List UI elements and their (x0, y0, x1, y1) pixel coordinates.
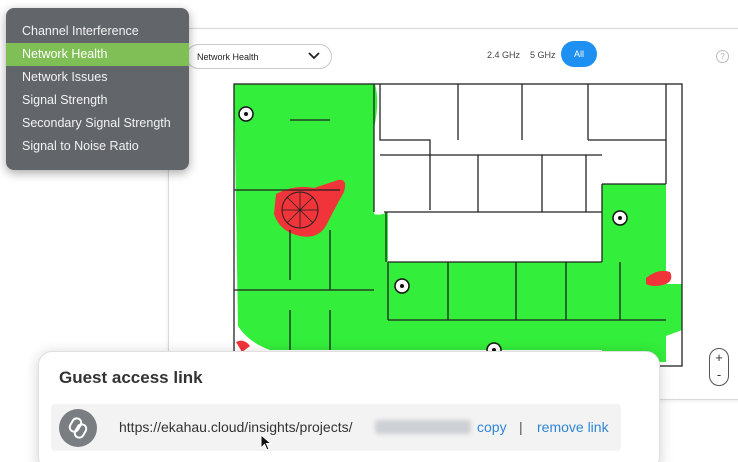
access-point-icon[interactable] (612, 210, 628, 226)
remove-link[interactable]: remove link (537, 419, 609, 435)
copy-link[interactable]: copy (477, 419, 507, 435)
frequency-2-4ghz[interactable]: 2.4 GHz (487, 50, 520, 60)
guest-link-url[interactable]: https://ekahau.cloud/insights/projects/ (119, 419, 352, 435)
frequency-all[interactable]: All (561, 41, 597, 67)
menu-item-network-health[interactable]: Network Health (6, 43, 189, 66)
zoom-out-button[interactable]: - (710, 366, 728, 384)
menu-item-signal-strength[interactable]: Signal Strength (6, 89, 189, 112)
guest-access-card: Guest access link https://ekahau.cloud/i… (38, 351, 660, 462)
redacted-project-id (375, 420, 471, 434)
chevron-down-icon (308, 52, 320, 60)
view-select-label: Network Health (197, 52, 259, 62)
menu-item-signal-to-noise-ratio[interactable]: Signal to Noise Ratio (6, 135, 189, 158)
access-point-icon[interactable] (238, 106, 254, 122)
frequency-5ghz[interactable]: 5 GHz (530, 50, 556, 60)
zoom-control: + - (709, 348, 729, 386)
help-icon[interactable]: ? (716, 50, 729, 63)
guest-link-row: https://ekahau.cloud/insights/projects/ … (51, 404, 621, 451)
view-select[interactable]: Network Health (186, 44, 332, 69)
link-icon (59, 409, 97, 447)
link-separator: | (519, 419, 523, 435)
menu-item-secondary-signal-strength[interactable]: Secondary Signal Strength (6, 112, 189, 135)
floor-plan-heatmap[interactable] (230, 80, 686, 370)
access-point-icon[interactable] (394, 278, 410, 294)
visualization-menu: Channel Interference Network Health Netw… (6, 8, 189, 170)
guest-access-title: Guest access link (59, 368, 203, 387)
menu-item-network-issues[interactable]: Network Issues (6, 66, 189, 89)
zoom-in-button[interactable]: + (710, 349, 728, 367)
cursor-icon (260, 434, 273, 451)
screen: Network Health 2.4 GHz 5 GHz All ? + - C… (0, 0, 738, 462)
menu-item-channel-interference[interactable]: Channel Interference (6, 20, 189, 43)
